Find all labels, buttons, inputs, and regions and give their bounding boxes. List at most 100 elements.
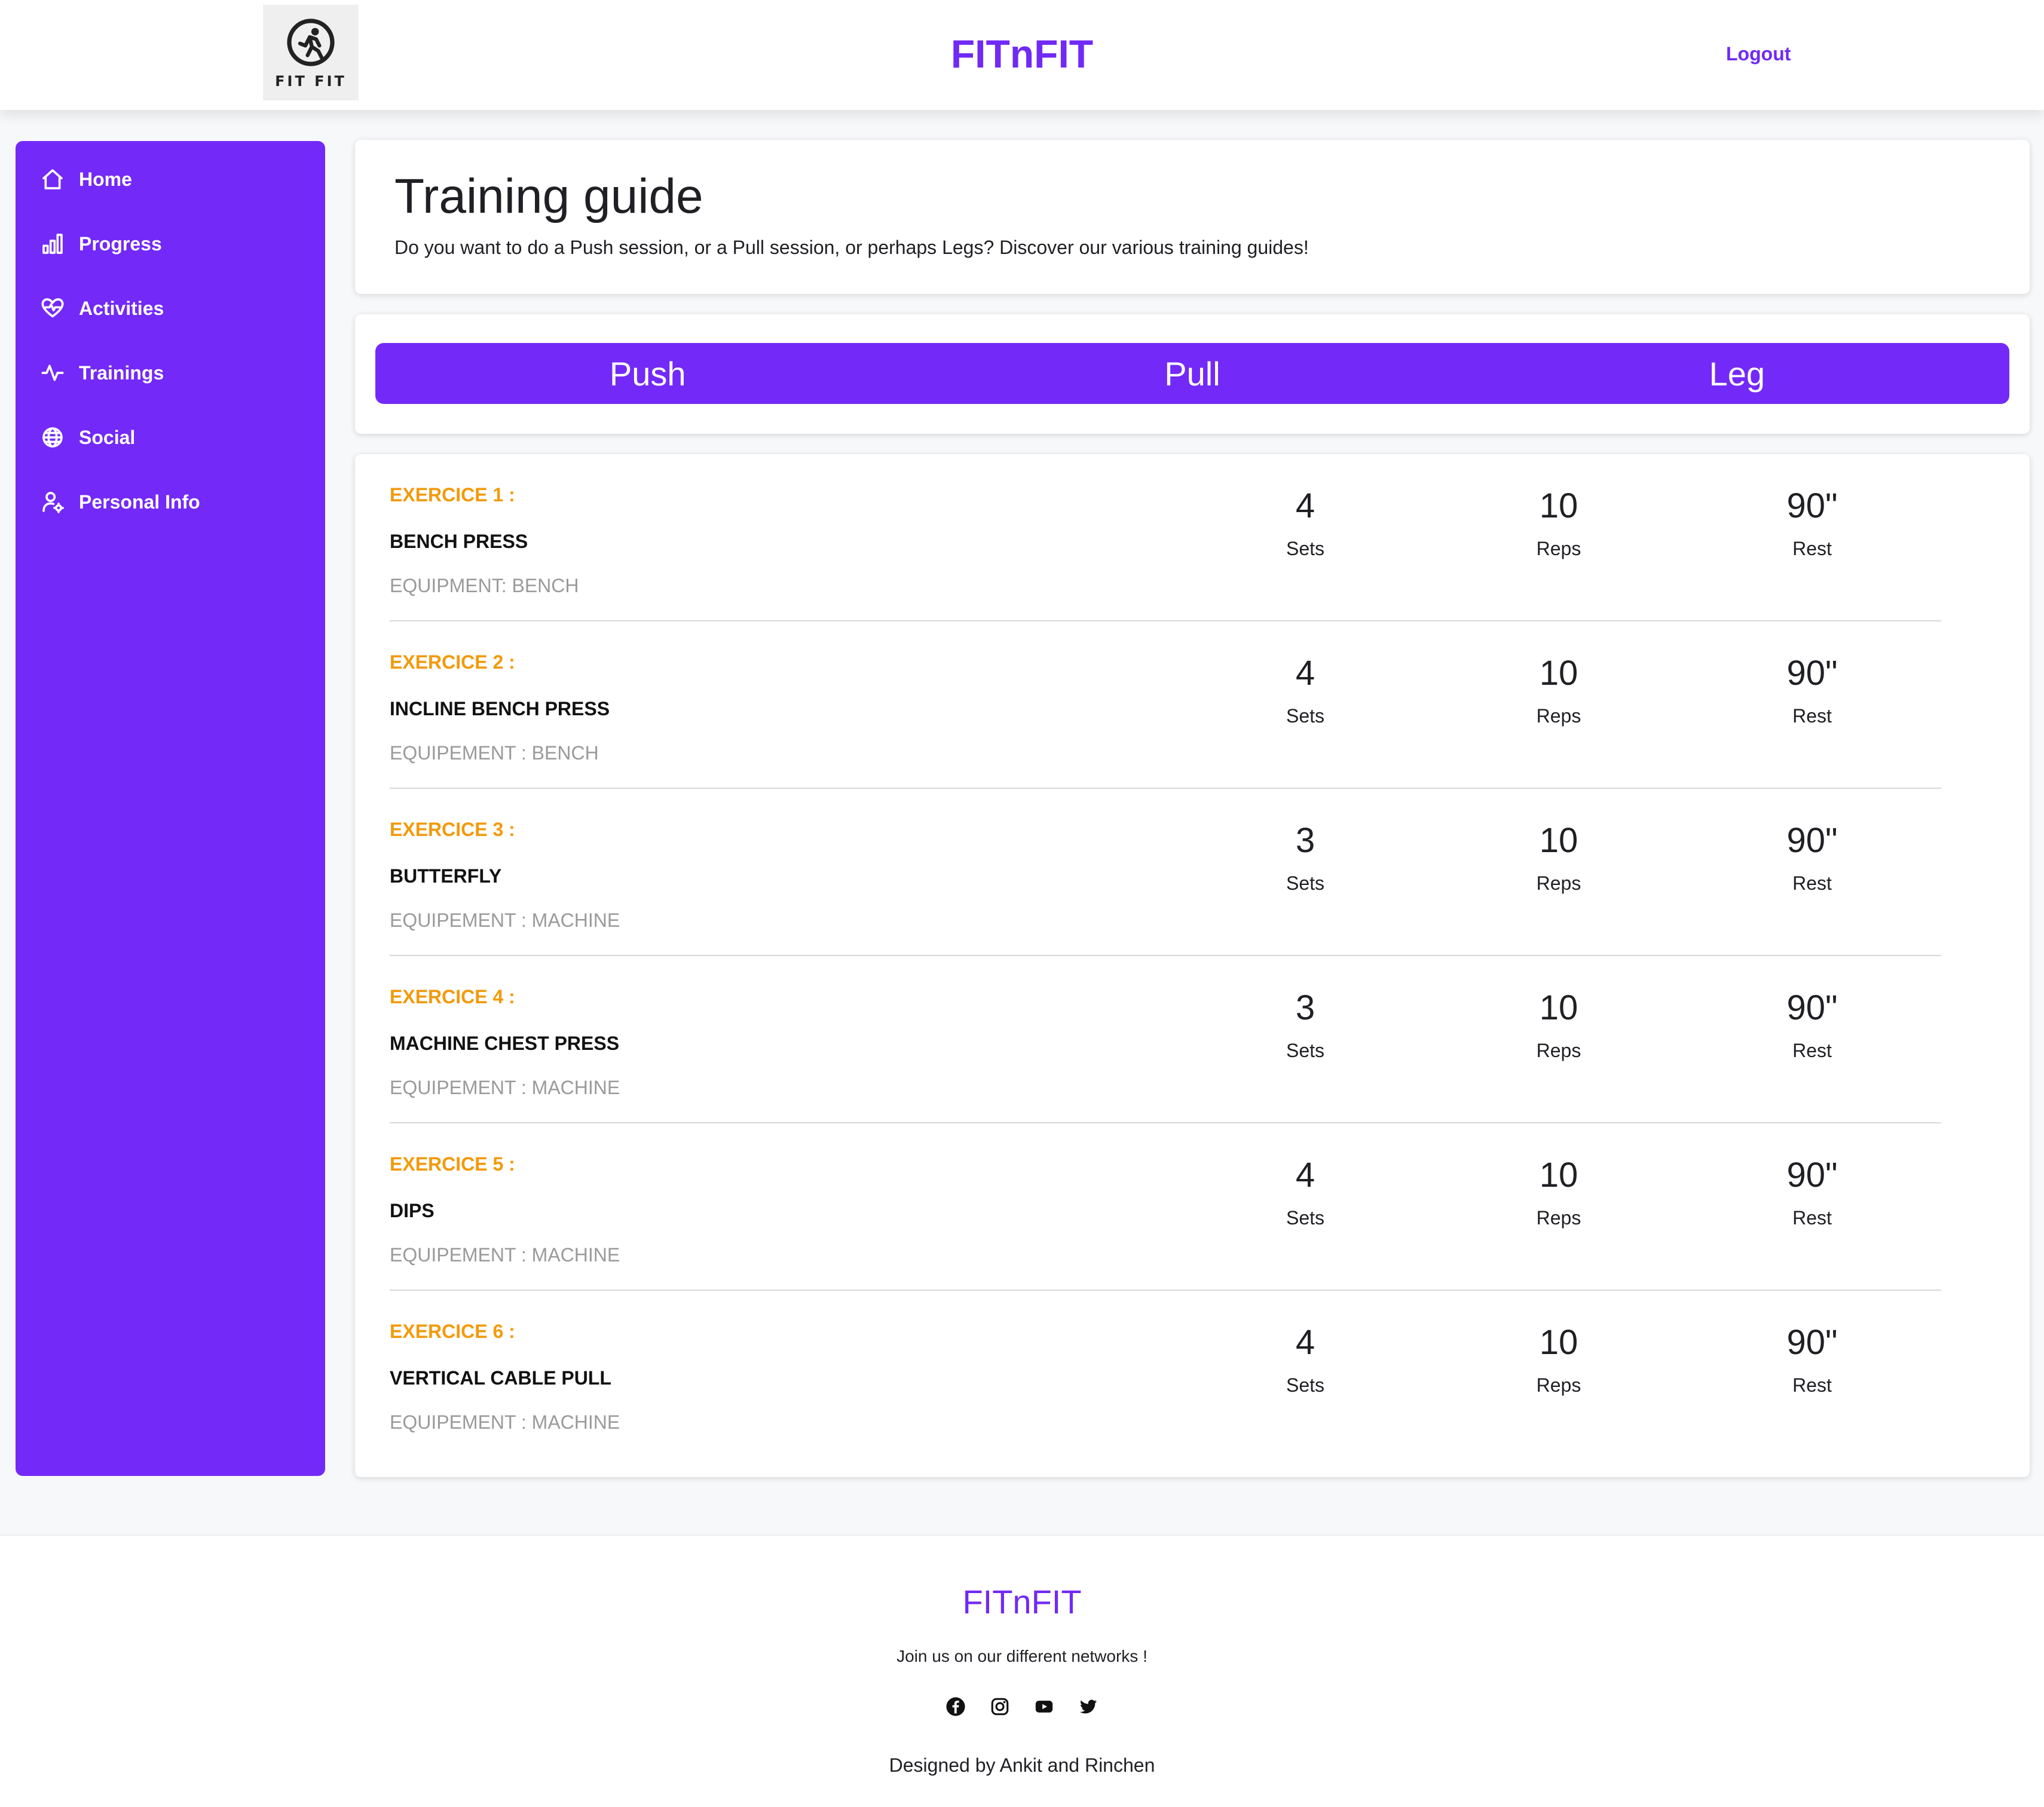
rest-value: 90": [1786, 486, 1838, 525]
intro-card: Training guide Do you want to do a Push …: [355, 140, 2030, 294]
tabs-card: Push Pull Leg: [355, 314, 2030, 434]
exercise-name: BUTTERFLY: [390, 865, 502, 887]
footer: FITnFIT Join us on our different network…: [0, 1535, 2044, 1807]
reps-label: Reps: [1536, 538, 1581, 559]
exercise-number: EXERCICE 3 :: [390, 819, 515, 840]
sets-label: Sets: [1286, 705, 1325, 727]
sets-label: Sets: [1286, 1040, 1325, 1061]
rest-stat: 90" Rest: [1722, 956, 1902, 1062]
youtube-icon[interactable]: [1033, 1696, 1055, 1717]
sets-stat: 4 Sets: [1216, 1291, 1395, 1396]
exercise-equipment: EQUIPEMENT : MACHINE: [390, 1411, 620, 1433]
sets-stat: 3 Sets: [1216, 956, 1395, 1062]
exercise-name: VERTICAL CABLE PULL: [390, 1367, 611, 1389]
bar-chart-icon: [39, 231, 66, 257]
sets-value: 3: [1295, 988, 1315, 1027]
footer-credits: Designed by Ankit and Rinchen: [889, 1754, 1155, 1776]
heart-pulse-icon: [39, 295, 66, 321]
sets-stat: 4 Sets: [1216, 1123, 1395, 1229]
globe-icon: [39, 424, 66, 451]
reps-value: 10: [1539, 988, 1578, 1027]
sidebar-item-progress[interactable]: Progress: [39, 225, 162, 263]
sidebar-item-trainings[interactable]: Trainings: [39, 354, 164, 392]
exercise-equipment: EQUIPMENT: BENCH: [390, 575, 579, 596]
reps-stat: 10 Reps: [1469, 1291, 1648, 1396]
sidebar-item-label: Activities: [79, 297, 164, 319]
activity-icon: [39, 360, 66, 386]
exercise-row: EXERCICE 6 : VERTICAL CABLE PULL EQUIPEM…: [390, 1291, 1941, 1458]
exercise-number: EXERCICE 5 :: [390, 1153, 515, 1175]
reps-label: Reps: [1536, 1374, 1581, 1396]
session-tabs: Push Pull Leg: [375, 343, 2009, 404]
instagram-icon[interactable]: [989, 1696, 1011, 1717]
sidebar: Home Progress Activities Trainings Socia…: [16, 141, 325, 1476]
page-title: Training guide: [394, 169, 703, 223]
exercises-card: EXERCICE 1 : BENCH PRESS EQUIPMENT: BENC…: [355, 454, 2030, 1477]
reps-stat: 10 Reps: [1469, 621, 1648, 727]
rest-label: Rest: [1792, 1374, 1832, 1396]
rest-value: 90": [1786, 654, 1838, 693]
rest-stat: 90" Rest: [1722, 454, 1902, 560]
exercise-number: EXERCICE 1 :: [390, 484, 515, 506]
sidebar-item-social[interactable]: Social: [39, 418, 135, 457]
sidebar-item-home[interactable]: Home: [39, 160, 132, 198]
reps-label: Reps: [1536, 705, 1581, 727]
twitter-icon[interactable]: [1078, 1696, 1099, 1717]
rest-value: 90": [1786, 1156, 1838, 1195]
rest-label: Rest: [1792, 1040, 1832, 1061]
exercise-row: EXERCICE 3 : BUTTERFLY EQUIPEMENT : MACH…: [390, 789, 1941, 956]
sidebar-item-activities[interactable]: Activities: [39, 289, 164, 327]
exercise-row: EXERCICE 4 : MACHINE CHEST PRESS EQUIPEM…: [390, 956, 1941, 1123]
reps-value: 10: [1539, 654, 1578, 693]
exercise-name: DIPS: [390, 1200, 434, 1221]
reps-label: Reps: [1536, 1040, 1581, 1061]
facebook-icon[interactable]: [945, 1696, 966, 1717]
rest-value: 90": [1786, 821, 1838, 860]
sidebar-item-label: Home: [79, 168, 132, 190]
rest-label: Rest: [1792, 538, 1832, 559]
rest-value: 90": [1786, 988, 1838, 1027]
tab-pull[interactable]: Pull: [920, 354, 1464, 393]
sets-value: 4: [1295, 486, 1315, 525]
reps-label: Reps: [1536, 872, 1581, 894]
sets-stat: 3 Sets: [1216, 789, 1395, 895]
exercise-row: EXERCICE 1 : BENCH PRESS EQUIPMENT: BENC…: [390, 454, 1941, 621]
sidebar-item-personal-info[interactable]: Personal Info: [39, 483, 200, 521]
top-header: FIT FIT FITnFIT Logout: [0, 0, 2044, 110]
exercise-number: EXERCICE 4 :: [390, 986, 515, 1007]
sets-stat: 4 Sets: [1216, 454, 1395, 560]
rest-stat: 90" Rest: [1722, 1123, 1902, 1229]
footer-brand: FITnFIT: [962, 1583, 1082, 1621]
sets-value: 4: [1295, 1323, 1315, 1362]
exercise-row: EXERCICE 2 : INCLINE BENCH PRESS EQUIPEM…: [390, 621, 1941, 789]
reps-value: 10: [1539, 1323, 1578, 1362]
rest-value: 90": [1786, 1323, 1838, 1362]
tab-leg[interactable]: Leg: [1465, 354, 2009, 393]
sets-label: Sets: [1286, 1374, 1325, 1396]
exercise-row: EXERCICE 5 : DIPS EQUIPEMENT : MACHINE 4…: [390, 1123, 1941, 1291]
rest-stat: 90" Rest: [1722, 1291, 1902, 1396]
reps-label: Reps: [1536, 1207, 1581, 1229]
exercise-name: BENCH PRESS: [390, 531, 528, 552]
page-subtitle: Do you want to do a Push session, or a P…: [394, 237, 1309, 258]
sidebar-item-label: Social: [79, 426, 136, 448]
exercise-equipment: EQUIPEMENT : BENCH: [390, 742, 599, 764]
sidebar-item-label: Personal Info: [79, 491, 200, 513]
tab-push[interactable]: Push: [375, 354, 920, 393]
exercise-equipment: EQUIPEMENT : MACHINE: [390, 909, 620, 931]
reps-value: 10: [1539, 486, 1578, 525]
exercise-equipment: EQUIPEMENT : MACHINE: [390, 1077, 620, 1098]
sets-value: 3: [1295, 821, 1315, 860]
exercise-number: EXERCICE 2 :: [390, 651, 515, 673]
reps-value: 10: [1539, 821, 1578, 860]
rest-label: Rest: [1792, 1207, 1832, 1229]
sets-label: Sets: [1286, 538, 1325, 559]
exercise-name: MACHINE CHEST PRESS: [390, 1033, 620, 1054]
reps-stat: 10 Reps: [1469, 1123, 1648, 1229]
exercise-number: EXERCICE 6 :: [390, 1321, 515, 1342]
social-links: [0, 1696, 2044, 1717]
rest-label: Rest: [1792, 705, 1832, 727]
sets-label: Sets: [1286, 1207, 1325, 1229]
logout-link[interactable]: Logout: [1726, 43, 1791, 65]
reps-stat: 10 Reps: [1469, 789, 1648, 895]
